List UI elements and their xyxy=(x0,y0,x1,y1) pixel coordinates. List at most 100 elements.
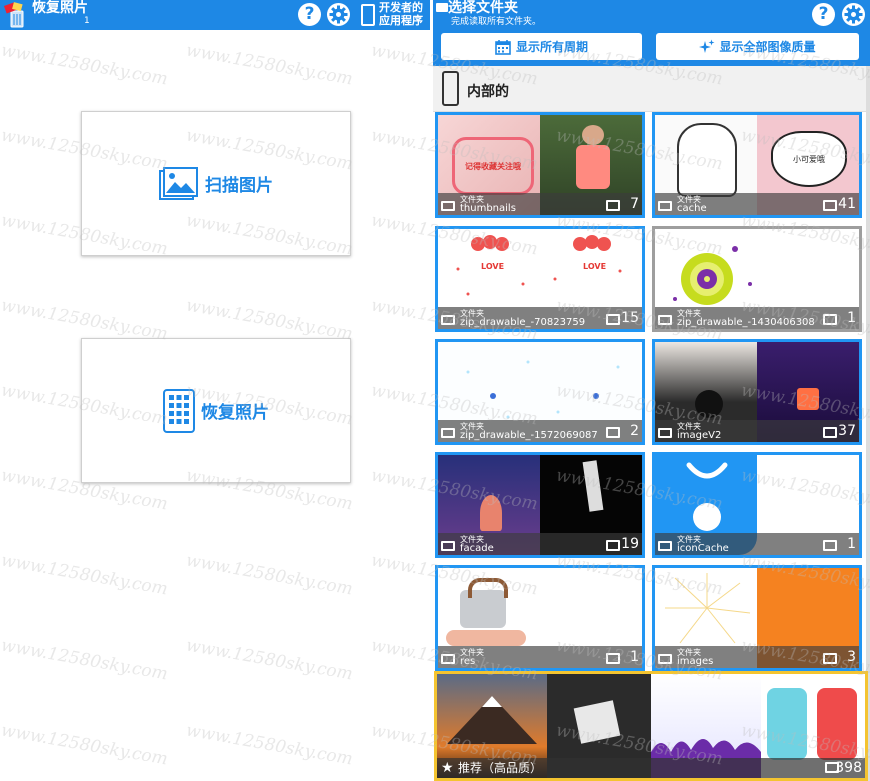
folder-icon xyxy=(658,541,672,551)
person-dress xyxy=(576,145,610,189)
phone-grid-icon xyxy=(163,388,195,433)
watermark-text: www.12580sky.com xyxy=(184,635,355,685)
folder-icon xyxy=(436,3,448,12)
recommended-label: 推荐（高品质） xyxy=(458,761,543,775)
image-count-icon xyxy=(823,314,837,325)
show-all-quality-label: 显示全部图像质量 xyxy=(719,40,816,54)
scan-images-button[interactable]: 扫描图片 xyxy=(81,111,351,256)
help-button[interactable]: ? xyxy=(298,3,321,26)
recover-photos-label: 恢复照片 xyxy=(201,403,269,423)
image-count: 19 xyxy=(621,536,639,552)
watermark-text: www.12580sky.com xyxy=(0,635,170,685)
recover-photos-button[interactable]: 恢复照片 xyxy=(81,338,351,483)
folder-caption: 文件夹 facade 19 xyxy=(438,533,642,555)
image-count-icon xyxy=(823,653,837,664)
folder-icon xyxy=(658,315,672,325)
watermark-text: www.12580sky.com xyxy=(184,40,355,90)
image-count: 1 xyxy=(847,536,856,552)
image-count: 7 xyxy=(630,196,639,212)
person-head xyxy=(582,125,604,145)
heart-text: 小可爱哦 xyxy=(793,154,825,164)
target-circle-graphic xyxy=(673,246,752,305)
folder-icon xyxy=(441,654,455,664)
folder-caption: 文件夹 zip_drawable_-1572069087 2 xyxy=(438,420,642,442)
folder-icon xyxy=(658,654,672,664)
folder-name: images xyxy=(677,656,714,667)
recommended-caption: ★ 推荐（高品质） 398 xyxy=(437,758,865,778)
settings-button[interactable] xyxy=(327,3,350,26)
folder-caption: 文件夹 thumbnails 7 xyxy=(438,193,642,215)
folder-icon xyxy=(441,315,455,325)
image-count-icon xyxy=(823,200,837,211)
folder-icon xyxy=(658,428,672,438)
watermark-text: www.12580sky.com xyxy=(0,720,170,770)
developer-apps-label: 开发者的 应用程序 xyxy=(379,1,423,27)
folder-tile-zip-drawable-70823759[interactable]: LOVE LOVE 文件夹 zip_drawable_-70823759 15 xyxy=(435,226,645,332)
image-count: 1 xyxy=(630,649,639,665)
image-count-icon xyxy=(823,427,837,438)
sparkle-icon xyxy=(699,39,715,53)
stamp-graphic: 记得收藏关注哦 xyxy=(452,137,534,195)
question-mark-icon: ? xyxy=(304,4,315,24)
image-count: 3 xyxy=(847,649,856,665)
developer-apps-line-2: 应用程序 xyxy=(379,14,423,27)
settings-button[interactable] xyxy=(842,3,865,26)
folder-tile-cache[interactable]: 小可爱哦 文件夹 cache 41 xyxy=(652,112,862,218)
folder-icon xyxy=(658,201,672,211)
recommended-high-quality-tile[interactable]: ★ 推荐（高品质） 398 xyxy=(434,671,868,781)
show-all-periods-label: 显示所有周期 xyxy=(515,40,588,54)
scan-images-label: 扫描图片 xyxy=(205,176,273,196)
folder-tile-imageV2[interactable]: 文件夹 imageV2 37 xyxy=(652,339,862,445)
folder-tile-zip-drawable-1572069087[interactable]: 文件夹 zip_drawable_-1572069087 2 xyxy=(435,339,645,445)
folder-icon xyxy=(441,201,455,211)
folder-tile-thumbnails[interactable]: 记得收藏关注哦 文件夹 thumbnails 7 xyxy=(435,112,645,218)
confetti-graphic xyxy=(466,360,620,419)
app-title: 恢复照片 xyxy=(32,0,88,16)
image-scan-icon xyxy=(159,166,198,200)
developer-apps-line-1: 开发者的 xyxy=(379,1,423,14)
folder-name: zip_drawable_-1430406308 xyxy=(677,317,815,328)
projector-handle xyxy=(468,578,508,598)
folder-caption: 文件夹 images 3 xyxy=(655,646,859,668)
show-all-quality-button[interactable]: 显示全部图像质量 xyxy=(656,33,859,60)
anime-sketch xyxy=(677,123,737,197)
image-count-icon xyxy=(823,540,837,551)
watermark-text: www.12580sky.com xyxy=(184,720,355,770)
light-beam-graphic xyxy=(582,460,604,512)
image-count-icon xyxy=(606,314,620,325)
folder-tile-facade[interactable]: 文件夹 facade 19 xyxy=(435,452,645,558)
show-all-periods-button[interactable]: 显示所有周期 xyxy=(441,33,642,60)
question-mark-icon: ? xyxy=(818,4,829,24)
sunburst-graphic xyxy=(665,573,751,644)
image-count: 37 xyxy=(838,423,856,439)
image-count-icon xyxy=(606,200,620,211)
gear-icon xyxy=(329,5,348,24)
image-count: 15 xyxy=(621,310,639,326)
folder-picker-title: 选择文件夹 xyxy=(448,0,518,16)
folder-tile-iconCache[interactable]: 文件夹 iconCache 1 xyxy=(652,452,862,558)
watermark-text: www.12580sky.com xyxy=(0,550,170,600)
folder-icon xyxy=(441,428,455,438)
image-count-icon xyxy=(606,653,620,664)
photo-card xyxy=(573,700,621,744)
love-text: LOVE xyxy=(481,262,505,271)
image-count: 1 xyxy=(847,310,856,326)
help-button[interactable]: ? xyxy=(812,3,835,26)
watermark-text: www.12580sky.com xyxy=(184,550,355,600)
folder-tile-res[interactable]: 文件夹 res 1 xyxy=(435,565,645,671)
image-count-icon xyxy=(606,427,620,438)
gear-icon xyxy=(844,5,863,24)
red-can-graphic xyxy=(817,688,857,760)
folder-name: cache xyxy=(677,203,707,214)
folder-tile-images[interactable]: 文件夹 images 3 xyxy=(652,565,862,671)
person-silhouette xyxy=(695,390,723,418)
folder-caption: 文件夹 iconCache 1 xyxy=(655,533,859,555)
folder-caption: 文件夹 zip_drawable_-70823759 15 xyxy=(438,307,642,329)
folder-name: facade xyxy=(460,543,494,554)
heart-tattoo-graphic: 小可爱哦 xyxy=(771,131,847,187)
folder-name: zip_drawable_-1572069087 xyxy=(460,430,598,441)
folder-tile-zip-drawable-1430406308[interactable]: 文件夹 zip_drawable_-1430406308 1 xyxy=(652,226,862,332)
image-count: 41 xyxy=(838,196,856,212)
folder-caption: 文件夹 cache 41 xyxy=(655,193,859,215)
folder-caption: 文件夹 zip_drawable_-1430406308 1 xyxy=(655,307,859,329)
